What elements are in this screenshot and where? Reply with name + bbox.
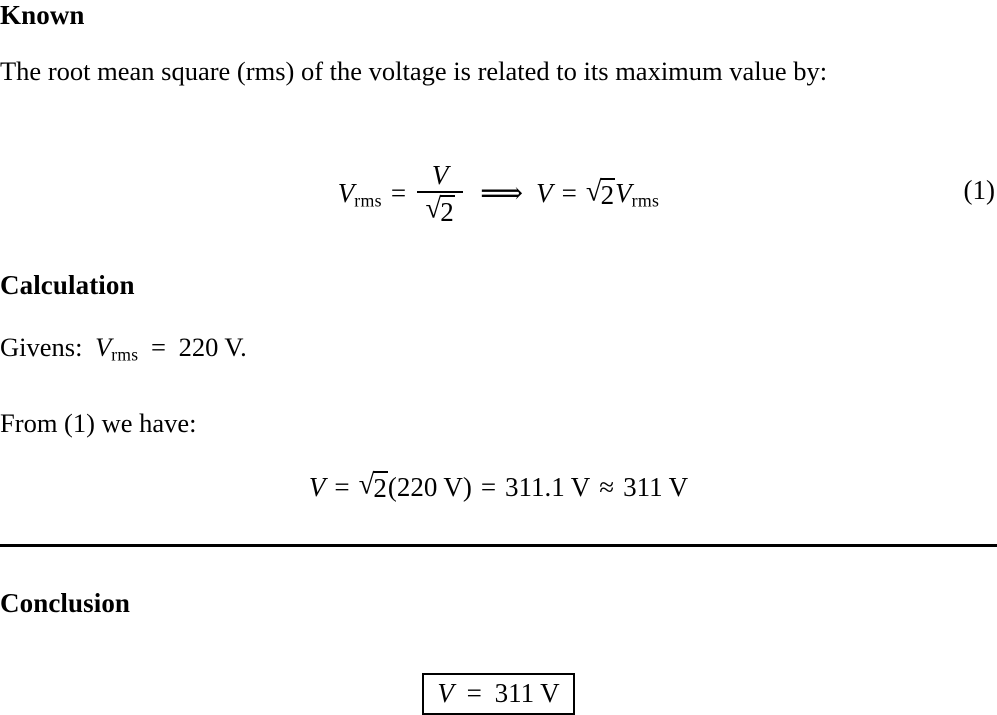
final-answer-row: V = 311 V xyxy=(0,673,997,715)
equation-calculation: V = √ 2 (220 V) = 311.1 V ≈ 311 V xyxy=(0,466,997,508)
equation-1: Vrms = V √ 2 ⟹ V = √ 2 Vrms xyxy=(0,160,997,228)
calc-rounded-unit: V xyxy=(668,471,689,502)
calc-result-value: 311.1 xyxy=(505,471,565,502)
equation-1-expression: Vrms = V √ 2 ⟹ V = √ 2 Vrms xyxy=(338,161,659,226)
calc-sqrt: √ 2 xyxy=(358,468,388,504)
equation-1-fraction: V √ 2 xyxy=(417,160,464,228)
equation-1-equals: = xyxy=(390,178,407,209)
calc-input-value: 220 xyxy=(396,471,438,502)
equation-1-rhs-factor: Vrms xyxy=(615,178,660,212)
givens-terminator: . xyxy=(240,332,247,362)
calc-rounded-value: 311 xyxy=(623,471,663,502)
givens-value: 220 xyxy=(178,332,219,362)
calc-open-paren: ( xyxy=(387,471,397,502)
section-heading-known: Known xyxy=(0,0,85,30)
radical-sign-icon: √ xyxy=(585,175,602,208)
givens-unit: V xyxy=(224,332,241,362)
radicand: 2 xyxy=(440,195,455,228)
answer-value: 311 xyxy=(494,678,535,708)
radicand: 2 xyxy=(373,471,388,504)
known-paragraph: The root mean square (rms) of the voltag… xyxy=(0,56,828,86)
radical-sign-icon: √ xyxy=(358,468,375,501)
calc-close-paren: ) xyxy=(462,471,472,502)
calc-approx-sign: ≈ xyxy=(599,471,615,502)
givens-line: Givens: Vrms = 220 V. xyxy=(0,328,247,366)
calc-input-unit: V xyxy=(443,471,463,502)
equation-1-lhs: Vrms xyxy=(337,178,382,212)
implies-arrow-icon: ⟹ xyxy=(480,176,524,210)
section-divider xyxy=(0,544,997,547)
sqrt-group: √ 2 xyxy=(425,192,455,228)
givens-equals: = xyxy=(151,332,166,362)
section-heading-conclusion: Conclusion xyxy=(0,588,131,618)
equation-1-rhs-symbol: V xyxy=(536,178,553,209)
radical-sign-icon: √ xyxy=(425,192,442,225)
equation-1-rhs-equals: = xyxy=(561,178,577,209)
answer-symbol: V xyxy=(437,678,454,708)
equation-calculation-expression: V = √ 2 (220 V) = 311.1 V ≈ 311 V xyxy=(308,468,689,504)
document-page: Known The root mean square (rms) of the … xyxy=(0,0,997,715)
answer-unit: V xyxy=(540,678,560,708)
radicand: 2 xyxy=(600,178,616,211)
equation-1-numerator: V xyxy=(431,160,449,191)
givens-label: Givens: xyxy=(0,332,83,362)
calc-equals-2: = xyxy=(480,471,497,502)
section-heading-calculation: Calculation xyxy=(0,270,135,300)
boxed-final-answer: V = 311 V xyxy=(422,673,575,715)
givens-subscript: rms xyxy=(111,344,139,365)
answer-equals: = xyxy=(466,678,482,708)
calc-result-unit: V xyxy=(570,471,591,502)
equation-1-denominator: √ 2 xyxy=(422,192,459,228)
givens-symbol: Vrms xyxy=(95,332,139,365)
calc-equals: = xyxy=(334,471,350,502)
from-equation-line: From (1) we have: xyxy=(0,408,197,438)
equation-1-number: (1) xyxy=(963,175,995,205)
equation-1-lhs-subscript: rms xyxy=(354,191,382,212)
equation-1-rhs-sqrt: √ 2 xyxy=(585,175,616,211)
equation-1-rhs-subscript: rms xyxy=(631,191,660,212)
calc-symbol: V xyxy=(308,471,326,502)
